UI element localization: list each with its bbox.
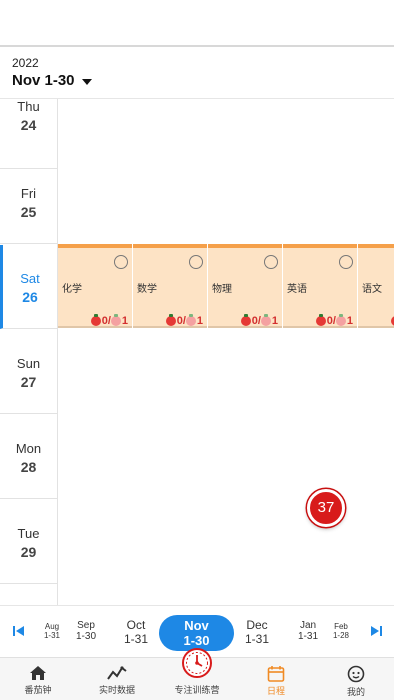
face-icon: [347, 665, 365, 683]
chart-icon: [107, 666, 127, 680]
tally-done: 0: [251, 315, 258, 327]
day-column: Thu 24 Fri 25 Sat 26 Sun 27 Mon 28 Tue 2…: [0, 99, 58, 605]
header-divider: [0, 98, 394, 99]
checkbox-circle-icon[interactable]: [264, 255, 278, 269]
tomato-outline-icon: [185, 314, 196, 326]
tomato-tally: 0/1: [315, 314, 353, 327]
month-range: 1-30: [183, 633, 210, 648]
tab-schedule[interactable]: 日程: [244, 658, 308, 700]
tally-done: 0: [101, 315, 108, 327]
month-range: 1-31: [43, 631, 60, 640]
month-name: Sep: [77, 620, 95, 631]
tomato-tally: 0/1: [90, 314, 128, 327]
subject-card[interactable]: 英语 0/1: [283, 244, 357, 328]
tally-total: 1: [121, 315, 128, 327]
day-name: Fri: [20, 186, 37, 201]
tomato-icon: [240, 314, 251, 326]
day-date: 24: [20, 117, 37, 133]
month-name: Feb: [334, 622, 348, 631]
tomato-icon: [315, 314, 326, 326]
day-date: 28: [20, 459, 37, 475]
day-sun[interactable]: Sun 27: [0, 330, 57, 414]
tally-done: 0: [326, 315, 333, 327]
day-name: Mon: [15, 441, 42, 456]
checkbox-circle-icon[interactable]: [339, 255, 353, 269]
home-icon: [30, 666, 46, 680]
subject-name: 英语: [287, 284, 307, 295]
day-name: Tue: [17, 526, 40, 541]
tally-total: 1: [271, 315, 278, 327]
month-name: Oct: [126, 618, 146, 632]
month-oct[interactable]: Oct 1-31: [116, 618, 156, 646]
tally-done: 0: [176, 315, 183, 327]
tomato-tally: 0/1: [165, 314, 203, 327]
tomato-outline-icon: [260, 314, 271, 326]
top-bar: [0, 0, 394, 47]
calendar-icon: [267, 666, 285, 682]
month-range: 1-30: [75, 631, 96, 642]
subject-card[interactable]: 语文 0/1: [358, 244, 394, 328]
checkbox-circle-icon[interactable]: [189, 255, 203, 269]
day-name: Thu: [17, 99, 40, 114]
day-name: Sat: [20, 271, 40, 286]
month-feb[interactable]: Feb 1-28: [329, 622, 353, 640]
month-sep[interactable]: Sep 1-30: [70, 620, 102, 642]
month-jan[interactable]: Jan 1-31: [292, 620, 324, 642]
tab-mine[interactable]: 我的: [324, 658, 388, 700]
focus-camp-icon[interactable]: [182, 648, 212, 678]
tally-total: 1: [346, 315, 353, 327]
day-date: 27: [20, 374, 37, 390]
tab-label: 专注训练营: [174, 685, 220, 695]
subject-name: 语文: [362, 284, 382, 295]
subject-name: 数学: [137, 284, 157, 295]
tally-total: 1: [196, 315, 203, 327]
checkbox-circle-icon[interactable]: [114, 255, 128, 269]
month-range: 1-31: [123, 632, 149, 646]
tomato-icon: [165, 314, 176, 326]
subject-card[interactable]: 物理 0/1: [208, 244, 282, 328]
tab-label: 我的: [346, 687, 365, 697]
day-name: Sun: [16, 356, 41, 371]
subject-name: 物理: [212, 284, 232, 295]
tomato-outline-icon: [335, 314, 346, 326]
day-date: 29: [20, 544, 37, 560]
subject-name: 化学: [62, 284, 82, 295]
day-date: 25: [20, 204, 37, 220]
month-name: Dec: [246, 618, 268, 632]
day-thu[interactable]: Thu 24: [0, 99, 57, 169]
caret-down-icon: [81, 78, 92, 85]
date-range-header: 2022 Nov 1-30: [12, 56, 92, 89]
tab-realtime-data[interactable]: 实时数据: [85, 658, 149, 700]
tomato-outline-icon: [110, 314, 121, 326]
range-label: Nov 1-30: [12, 72, 75, 89]
month-name: Nov: [184, 618, 209, 633]
month-range: 1-31: [297, 631, 318, 642]
skip-first-icon[interactable]: [9, 620, 29, 642]
tomato-tally: 0/1: [240, 314, 278, 327]
tab-pomodoro[interactable]: 番茄钟: [6, 658, 70, 700]
subject-card[interactable]: 化学 0/1: [58, 244, 132, 328]
year-label: 2022: [12, 56, 39, 70]
tab-label: 日程: [266, 686, 285, 696]
day-date: 26: [22, 289, 38, 305]
skip-last-icon[interactable]: [366, 620, 386, 642]
tab-label: 实时数据: [98, 685, 135, 695]
tomato-icon: [90, 314, 101, 326]
month-name: Jan: [299, 620, 317, 631]
month-dec[interactable]: Dec 1-31: [237, 618, 277, 646]
month-range: 1-28: [332, 631, 349, 640]
subject-row: 化学 0/1 数学 0/1 物理 0/1 英语 0/1 语文 0/1: [58, 244, 394, 328]
day-fri[interactable]: Fri 25: [0, 160, 57, 244]
range-selector[interactable]: Nov 1-30: [12, 72, 92, 89]
floating-count-badge[interactable]: 37: [307, 489, 345, 527]
day-mon[interactable]: Mon 28: [0, 415, 57, 499]
month-name: Aug: [44, 622, 60, 631]
subject-card[interactable]: 数学 0/1: [133, 244, 207, 328]
day-sat[interactable]: Sat 26: [0, 245, 57, 329]
month-nov[interactable]: Nov 1-30: [159, 615, 234, 651]
tab-label: 番茄钟: [24, 685, 52, 695]
month-range: 1-31: [244, 632, 270, 646]
month-aug[interactable]: Aug 1-31: [40, 622, 64, 640]
day-tue[interactable]: Tue 29: [0, 500, 57, 584]
